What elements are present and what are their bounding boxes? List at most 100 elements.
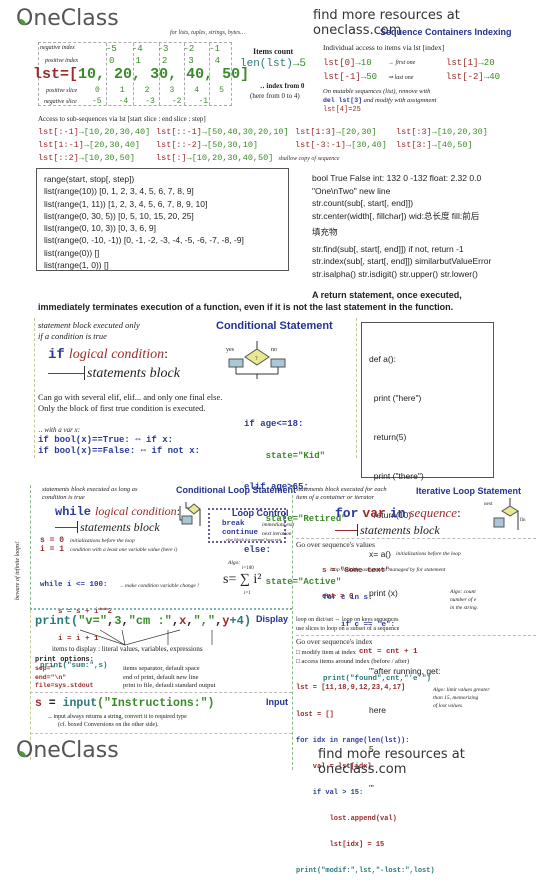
- print-arg: ",": [193, 614, 216, 628]
- range-line: list(range(10)) [0, 1, 2, 3, 4, 5, 6, 7,…: [44, 186, 194, 197]
- loop-tips: loop on dict/set ⇔ loop on keys sequence…: [296, 616, 399, 634]
- range-line: list(range(0)) []: [44, 247, 100, 258]
- code-line: print ("here"): [369, 393, 422, 403]
- access-result: →50: [360, 72, 378, 82]
- indent-arrow-icon: [335, 529, 357, 531]
- note-line: str.center(width[, fillchar]) wid:总长度 fi…: [312, 210, 480, 221]
- bool-line: if bool(x)==False: ⇔ if not x:: [38, 446, 201, 456]
- var-keyword: var: [362, 506, 386, 521]
- slice-expr: lst[:3]: [396, 127, 432, 137]
- code-line: state="Kid": [244, 450, 326, 461]
- neg-slice: -1: [198, 97, 209, 106]
- assign-code: lst[4]=25: [323, 106, 361, 114]
- positive-slice-label: positive slice: [46, 88, 78, 94]
- bool-equivalence: if bool(x)==True: ⇔ if x: if bool(x)==Fa…: [38, 435, 200, 457]
- return-example-box: def a(): print ("here") return(5) print …: [361, 322, 494, 793]
- option-desc: items separator, default space: [123, 665, 200, 672]
- flow-yes-label: yes: [226, 347, 234, 353]
- for-intro-2: item of a container or iterator: [296, 494, 375, 501]
- access-3: lst[-2]→40: [446, 72, 500, 82]
- for-title: Iterative Loop Statement: [416, 486, 522, 496]
- slice-result: →[30,40]: [346, 140, 387, 150]
- slice-result: →[10,20,30,40]: [78, 127, 151, 137]
- shallow-note: shallow copy of sequence: [278, 156, 340, 162]
- while-left-border: [30, 485, 31, 610]
- slice-example: lst[:3]→[10,20,30]: [396, 126, 488, 139]
- loop-control-keywords: break continue: [222, 520, 258, 537]
- access-note: → first one: [388, 60, 416, 66]
- display-title: Display: [256, 614, 289, 624]
- input-bottom-border: [30, 733, 292, 734]
- options-title-text: print options:: [35, 656, 94, 664]
- print-fn: print(: [35, 614, 79, 628]
- code-line: if val > 15:: [296, 788, 364, 797]
- print-sep: ,: [121, 614, 129, 628]
- input-title: Input: [266, 697, 288, 707]
- range-line: list(range(0, 30, 5)) [0, 5, 10, 15, 20,…: [44, 210, 194, 221]
- slice-example: lst[::-1]→[50,40,30,20,10]: [156, 126, 289, 139]
- range-line: list(range(0, 10, 3)) [0, 3, 6, 9]: [44, 223, 156, 234]
- neg-index: -3: [157, 44, 169, 54]
- items-count-title: Items count: [253, 47, 294, 56]
- while-flowchart-icon: [178, 500, 208, 530]
- print-arg: "v=": [78, 614, 108, 628]
- for-divider: [296, 538, 536, 539]
- neg-slice: -2: [171, 97, 182, 106]
- note-line: "One\nTwo" new line: [312, 185, 391, 196]
- note-line: 填充物: [312, 227, 338, 237]
- option-code: end="\n": [35, 673, 67, 681]
- list-value: 10,: [78, 66, 106, 83]
- cond-intro: statement block executed only if a condi…: [38, 320, 140, 342]
- code-line: while i <= 100:: [40, 581, 108, 589]
- slice-result: →[10,20,30]: [431, 127, 488, 137]
- slice-result: →[50,30,10]: [201, 140, 259, 150]
- pos-slice: 1: [119, 86, 125, 95]
- list-value: 40,: [186, 66, 214, 83]
- print-sep: ,: [171, 614, 180, 628]
- lst-prefix: lst=[: [33, 66, 79, 83]
- pos-index: 4: [214, 56, 221, 66]
- positive-index-label: positive index: [45, 58, 79, 64]
- len-code: len(lst): [240, 58, 293, 70]
- logo-text: OneClass: [16, 738, 119, 763]
- note-line: str.isalpha() str.isdigit() str.upper() …: [312, 268, 478, 279]
- print-option: sep=" " items separator, default space: [35, 665, 290, 674]
- pos-index: 2: [161, 56, 168, 66]
- cond-left-border: [34, 318, 35, 458]
- if-keyword: if: [48, 347, 65, 363]
- values-algo-note: Algo: count number of e in the string.: [450, 588, 478, 612]
- index-title: Go over sequence's index: [296, 637, 373, 646]
- len-result: →5: [292, 58, 307, 70]
- infinite-loop-note: beware of infinite loops!: [15, 541, 21, 600]
- list-value: 30,: [150, 66, 178, 83]
- algo-line: of lost values: [433, 703, 463, 709]
- loop-control-title: Loop Control: [232, 508, 289, 518]
- access-1: lst[1]→20: [446, 58, 495, 68]
- for-divider-2: [296, 635, 536, 636]
- negative-slice-row: -5 -4 -3 -2 -1: [92, 97, 208, 106]
- slice-example: lst[-3:-1]→[30,40]: [295, 139, 387, 152]
- code-line: s = 0: [40, 536, 65, 545]
- algo-line: Algo: limit values greater: [433, 687, 490, 693]
- flow-no-label: no: [271, 347, 277, 353]
- option-desc: print to file, default standard output: [123, 682, 216, 689]
- for-flowchart-icon: next fin: [480, 498, 526, 534]
- modify-note: and modify with assignment: [363, 97, 437, 104]
- colon: :: [457, 505, 461, 520]
- neg-index: -5: [106, 44, 117, 54]
- index-bullets: □ modify item at index □ access items ar…: [296, 648, 409, 666]
- footer-tagline[interactable]: find more resources at oneclass.com: [318, 747, 544, 777]
- while-block-line: statements block: [55, 518, 160, 536]
- slice-result: →[20,30,40]: [83, 140, 141, 150]
- print-arrows-icon: [60, 628, 240, 646]
- slice-example: lst[:]→[10,20,30,40,50] shallow copy of …: [156, 152, 340, 166]
- footer-logo[interactable]: OneClass: [16, 738, 119, 763]
- values-init-note: initializations before the loop: [396, 551, 461, 557]
- oneclass-logo[interactable]: OneClass: [16, 6, 119, 31]
- slice-result: →[40,50]: [431, 140, 473, 150]
- string-notes: bool True False int: 132 0 -132 float: 2…: [312, 172, 544, 280]
- slice-expr: lst[::-2]: [156, 140, 202, 150]
- slice-example: lst[::2]→[10,30,50]: [38, 152, 135, 165]
- access-expr: lst[-2]: [446, 72, 484, 82]
- slice-example: lst[::-2]→[50,30,10]: [156, 139, 258, 152]
